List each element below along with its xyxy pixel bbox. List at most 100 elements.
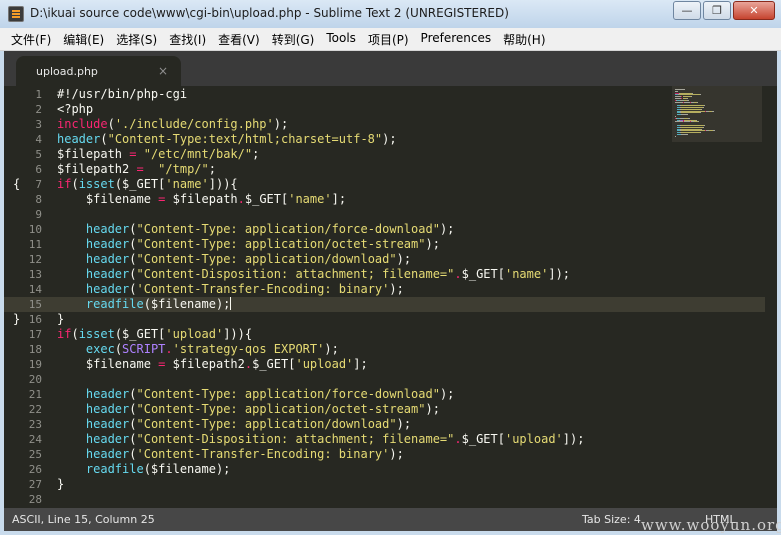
code-token: ($filename); <box>143 297 231 311</box>
minimap-stroke <box>700 112 701 114</box>
code-line[interactable]: readfile($filename); <box>57 297 232 312</box>
code-token: ); <box>382 132 397 146</box>
code-token: ]); <box>548 267 571 281</box>
menu-item[interactable]: 查看(V) <box>212 28 266 50</box>
code-line[interactable]: header('Content-Transfer-Encoding: binar… <box>57 282 404 297</box>
code-token: ]; <box>331 192 347 206</box>
code-line[interactable]: header("Content-Type: application/downlo… <box>57 252 411 267</box>
code-token: $filepath <box>165 192 238 206</box>
code-line[interactable]: } <box>57 312 64 327</box>
menu-item[interactable]: 选择(S) <box>110 28 163 50</box>
code-line[interactable]: $filename = $filepath.$_GET['name']; <box>57 192 346 207</box>
fold-marker-icon[interactable]: } <box>13 312 20 327</box>
code-line[interactable]: header("Content-Type: application/force-… <box>57 222 454 237</box>
code-token: $filename <box>57 192 159 206</box>
minimap[interactable] <box>672 86 762 142</box>
menu-item[interactable]: 查找(I) <box>163 28 212 50</box>
code-line[interactable]: #!/usr/bin/php-cgi <box>57 87 187 102</box>
code-line[interactable]: readfile($filename); <box>57 462 231 477</box>
code-token: 'name' <box>165 177 209 191</box>
code-line[interactable]: if(isset($_GET['name'])){ <box>57 177 238 192</box>
code-token: . <box>454 267 462 281</box>
code-token: header <box>57 132 101 146</box>
title-bar[interactable]: D:\ikuai source code\www\cgi-bin\upload.… <box>0 0 781 28</box>
vertical-scrollbar[interactable] <box>765 86 777 508</box>
menu-item[interactable]: 编辑(E) <box>57 28 110 50</box>
minimap-stroke <box>703 126 704 128</box>
tab-upload-php[interactable]: upload.php × <box>16 56 181 86</box>
code-token: ( <box>71 327 79 341</box>
code-token: "Content-Type: application/octet-stream" <box>136 237 426 251</box>
code-token: } <box>57 477 65 491</box>
fold-marker-icon[interactable]: { <box>13 177 20 192</box>
status-tab-size[interactable]: Tab Size: 4 <box>582 513 641 526</box>
minimap-stroke <box>697 101 698 103</box>
menu-item[interactable]: Tools <box>320 28 362 50</box>
code-token: ( <box>129 387 137 401</box>
code-token: $filepath2 <box>57 162 137 176</box>
code-token: 'name' <box>504 267 549 281</box>
window-title: D:\ikuai source code\www\cgi-bin\upload.… <box>30 6 509 20</box>
code-editor[interactable]: 1 2 3 4 5 6 7 8 9 10 11 12 13 14 15 16 17 18 19 20 21 22 23 24 2… <box>4 86 777 508</box>
watermark: www.wooyun.org <box>641 516 781 534</box>
line-number: 24 <box>28 433 42 446</box>
text-caret <box>230 297 232 310</box>
code-token: $filepath <box>57 147 130 161</box>
line-number: 27 <box>28 478 42 491</box>
code-token: ); <box>324 342 339 356</box>
code-line[interactable]: header("Content-Disposition: attachment;… <box>57 267 570 282</box>
minimap-stroke <box>703 107 704 108</box>
tab-bar: upload.php × <box>0 51 781 86</box>
line-number: 1 <box>35 88 42 101</box>
code-line[interactable]: $filepath = "/etc/mnt/bak/"; <box>57 147 259 162</box>
code-line[interactable]: include('./include/config.php'); <box>57 117 288 132</box>
menu-item[interactable]: 转到(G) <box>266 28 321 50</box>
code-token: <?php <box>57 102 94 116</box>
code-token: ]; <box>353 357 368 371</box>
minimap-stroke <box>691 96 692 98</box>
code-line[interactable]: <?php <box>57 102 93 117</box>
code-token: ( <box>129 432 137 446</box>
code-line[interactable]: header("Content-Type: application/force-… <box>57 387 454 402</box>
code-token: 'Content-Transfer-Encoding: binary' <box>136 282 390 296</box>
code-line[interactable]: header("Content-Type: application/octet-… <box>57 237 440 252</box>
code-line[interactable]: exec(SCRIPT.'strategy-qos EXPORT'); <box>57 342 339 357</box>
code-token: ])){ <box>223 327 253 341</box>
code-line[interactable]: header("Content-Disposition: attachment;… <box>57 432 585 447</box>
line-number: 6 <box>35 163 42 176</box>
minimize-button[interactable]: — <box>673 1 701 20</box>
code-token: 'upload' <box>504 432 563 446</box>
code-token: header <box>85 432 130 446</box>
code-line[interactable]: if(isset($_GET['upload'])){ <box>57 327 252 342</box>
code-token: "Content-Type: application/force-downloa… <box>136 387 440 401</box>
code-line[interactable]: } <box>57 477 64 492</box>
code-line[interactable]: header("Content-Type: application/octet-… <box>57 402 440 417</box>
code-line[interactable]: $filename = $filepath2.$_GET['upload']; <box>57 357 368 372</box>
minimap-stroke <box>675 135 676 137</box>
menu-item[interactable]: 帮助(H) <box>497 28 551 50</box>
line-number: 22 <box>28 403 42 416</box>
menu-item[interactable]: 项目(P) <box>362 28 415 50</box>
code-line[interactable]: header("Content-Type: application/downlo… <box>57 417 411 432</box>
tab-close-icon[interactable]: × <box>158 64 168 78</box>
line-number: 16 <box>28 313 42 326</box>
code-line[interactable]: header('Content-Transfer-Encoding: binar… <box>57 447 404 462</box>
code-line[interactable]: $filepath2 = "/tmp/"; <box>57 162 216 177</box>
menu-item[interactable]: Preferences <box>415 28 498 50</box>
close-button[interactable]: ✕ <box>733 1 775 20</box>
code-token: ); <box>425 237 440 251</box>
code-line[interactable]: header("Content-Type:text/html;charset=u… <box>57 132 397 147</box>
menu-item[interactable]: 文件(F) <box>5 28 57 50</box>
minimap-stroke <box>704 125 705 126</box>
line-number: 5 <box>35 148 42 161</box>
code-token: $_GET[ <box>252 357 296 371</box>
code-token: header <box>85 417 130 431</box>
code-token: ); <box>273 117 289 131</box>
code-token: if <box>57 177 72 191</box>
maximize-button[interactable]: ❐ <box>703 1 731 20</box>
